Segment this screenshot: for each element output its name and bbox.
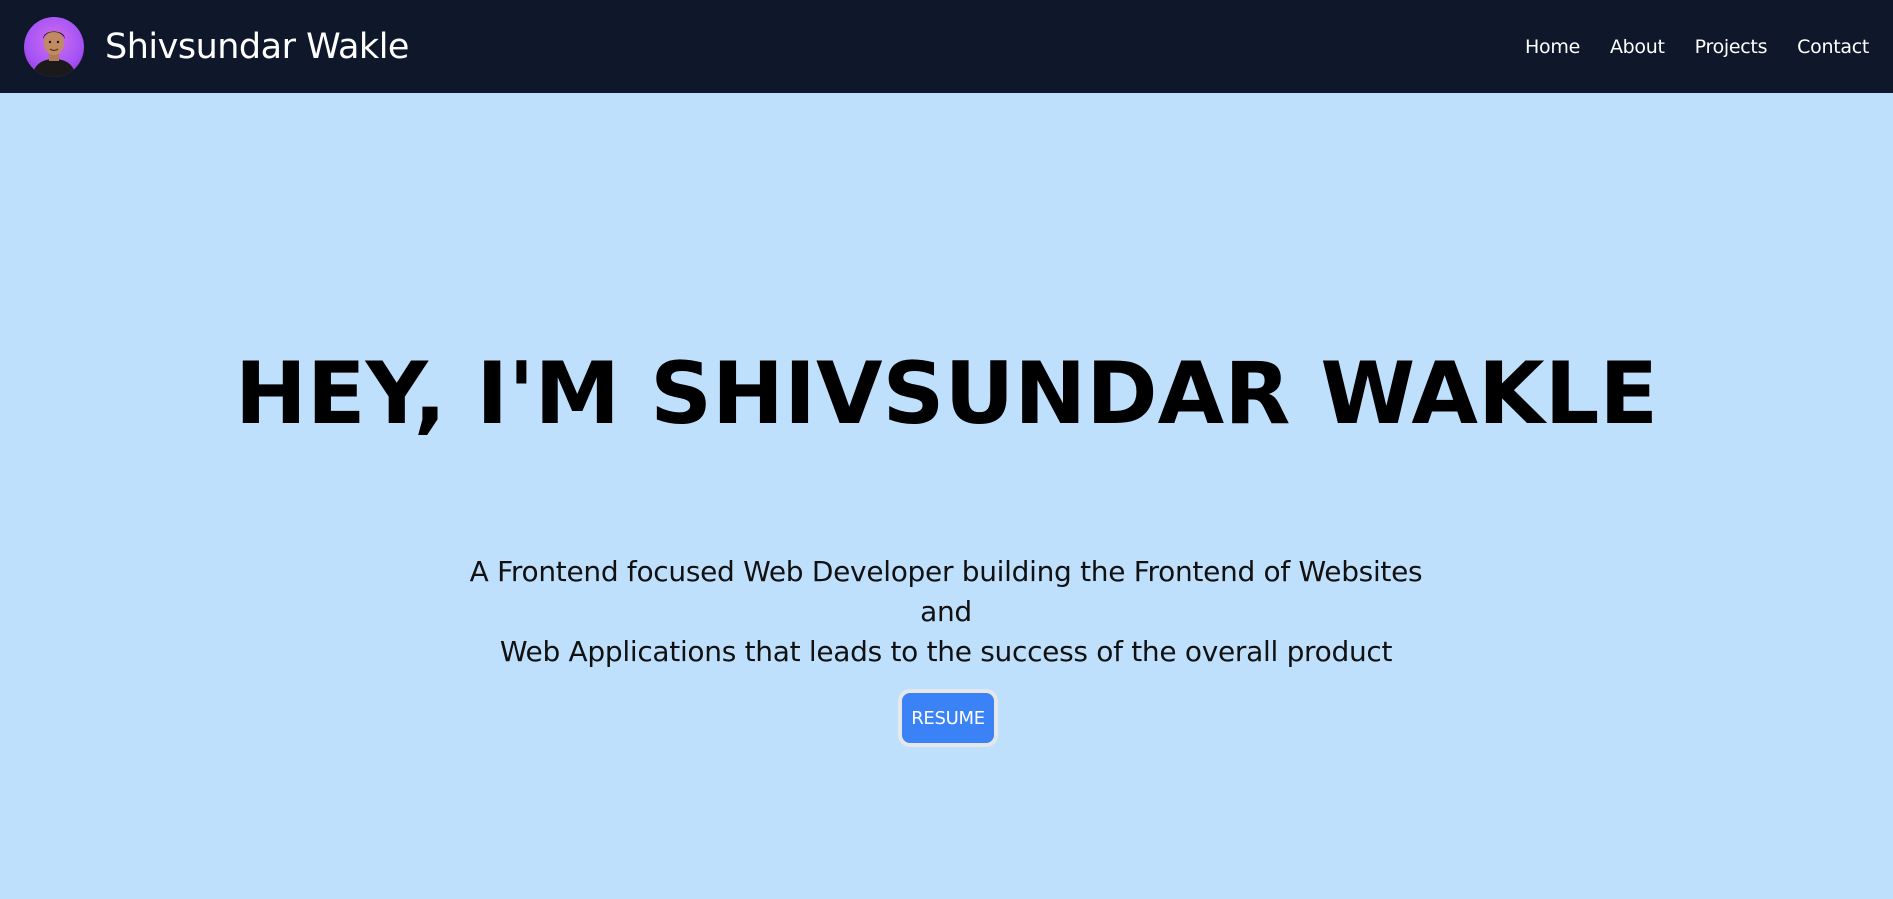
hero-section: HEY, I'M SHIVSUNDAR WAKLE A Frontend foc…	[0, 93, 1893, 899]
nav-link-contact[interactable]: Contact	[1797, 36, 1869, 58]
nav-link-about[interactable]: About	[1610, 36, 1665, 58]
hero-subtitle-line-1: A Frontend focused Web Developer buildin…	[469, 555, 1423, 628]
hero-title: HEY, I'M SHIVSUNDAR WAKLE	[234, 344, 1659, 444]
brand-name: Shivsundar Wakle	[105, 26, 409, 67]
nav-link-home[interactable]: Home	[1525, 36, 1580, 58]
brand[interactable]: Shivsundar Wakle	[24, 16, 409, 77]
hero-subtitle-line-2: Web Applications that leads to the succe…	[499, 635, 1393, 668]
nav-links: Home About Projects Contact	[1495, 36, 1869, 58]
resume-button[interactable]: RESUME	[898, 689, 998, 747]
hero-subtitle: A Frontend focused Web Developer buildin…	[446, 552, 1446, 672]
profile-photo-icon	[32, 30, 76, 77]
top-navbar: Shivsundar Wakle Home About Projects Con…	[0, 0, 1893, 93]
avatar	[24, 16, 84, 77]
nav-link-projects[interactable]: Projects	[1695, 36, 1768, 58]
